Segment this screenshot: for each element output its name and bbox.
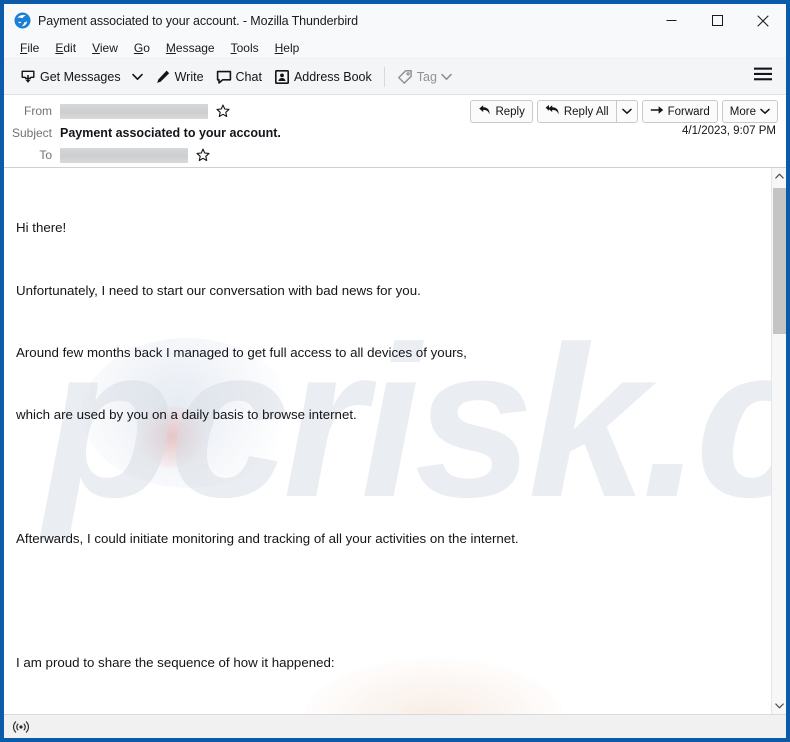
menu-item-message[interactable]: Message — [158, 40, 223, 56]
message-body-text: Hi there! Unfortunately, I need to start… — [16, 177, 759, 714]
address-book-label: Address Book — [293, 69, 372, 84]
forward-label: Forward — [667, 105, 710, 118]
inbox-download-icon — [20, 69, 36, 85]
scrollbar-up-button[interactable] — [772, 168, 787, 184]
reply-all-arrow-icon — [545, 104, 560, 119]
menu-accesskey: M — [165, 40, 176, 55]
menu-label-rest: o — [143, 40, 150, 55]
minimize-icon[interactable] — [648, 4, 694, 37]
body-line: Around few months back I managed to get … — [16, 344, 467, 360]
body-line: Afterwards, I could initiate monitoring … — [16, 530, 519, 546]
body-line: Hi there! — [16, 220, 67, 236]
window-title: Payment associated to your account. - Mo… — [38, 13, 358, 28]
chat-label: Chat — [235, 69, 262, 84]
star-outline-icon-to[interactable] — [196, 148, 210, 162]
main-toolbar: Get Messages Write Chat Address Book Tag — [4, 59, 786, 95]
reply-label: Reply — [495, 105, 525, 118]
window-controls — [648, 4, 786, 37]
hamburger-menu-icon — [754, 67, 772, 86]
address-book-button[interactable]: Address Book — [268, 64, 378, 90]
forward-arrow-icon — [650, 104, 664, 119]
address-book-icon — [274, 69, 290, 85]
to-address-redacted — [60, 147, 188, 163]
menu-label-rest: dit — [63, 40, 77, 55]
message-header-row-to: To — [4, 144, 786, 166]
scrollbar-track[interactable] — [772, 184, 787, 698]
body-blank-line — [16, 591, 759, 612]
reply-all-group: Reply All — [536, 100, 638, 123]
toolbar-separator — [383, 66, 385, 87]
reply-all-label: Reply All — [563, 105, 609, 118]
subject-value: Payment associated to your account. — [60, 126, 281, 140]
menu-item-edit[interactable]: Edit — [47, 40, 84, 56]
chevron-down-icon — [132, 68, 143, 86]
menu-item-file[interactable]: File — [12, 40, 47, 56]
body-line: I am proud to share the sequence of how … — [16, 655, 335, 671]
menu-item-view[interactable]: View — [84, 40, 126, 56]
write-button[interactable]: Write — [149, 64, 210, 90]
message-header: From Subject Payment associated to your … — [4, 95, 786, 168]
menu-label-rest: essage — [175, 40, 215, 55]
status-bar — [4, 714, 786, 738]
broadcast-online-icon[interactable] — [13, 720, 29, 734]
menu-accesskey: V — [92, 40, 100, 55]
from-address-redacted — [60, 103, 208, 119]
menu-item-go[interactable]: Go — [126, 40, 158, 56]
pencil-icon — [155, 69, 171, 85]
get-messages-label: Get Messages — [40, 69, 121, 84]
more-label: More — [729, 105, 756, 118]
maximize-icon[interactable] — [694, 4, 740, 37]
get-messages-dropdown-button[interactable] — [127, 64, 149, 90]
menu-label-rest: elp — [283, 40, 300, 55]
reply-all-button[interactable]: Reply All — [536, 100, 616, 123]
tag-label: Tag — [416, 69, 437, 84]
scrollbar-down-button[interactable] — [772, 698, 787, 714]
menu-accesskey: G — [133, 40, 144, 55]
chevron-down-icon — [760, 106, 770, 118]
menu-bar: File Edit View Go Message Tools Help — [4, 37, 786, 59]
menu-label-rest: ools — [236, 40, 259, 55]
get-messages-button[interactable]: Get Messages — [14, 64, 127, 90]
menu-label-rest: iew — [99, 40, 118, 55]
body-blank-line — [16, 467, 759, 488]
reply-button[interactable]: Reply — [470, 100, 533, 123]
reply-all-dropdown-button[interactable] — [615, 100, 638, 123]
to-label: To — [39, 148, 52, 162]
tag-button[interactable]: Tag — [391, 64, 458, 90]
body-line: which are used by you on a daily basis t… — [16, 406, 357, 422]
chevron-down-icon — [621, 106, 632, 118]
app-menu-button[interactable] — [750, 64, 776, 90]
write-label: Write — [174, 69, 204, 84]
menu-item-tools[interactable]: Tools — [223, 40, 267, 56]
message-body-scroll: pcrisk.com Hi there! Unfortunately, I ne… — [4, 168, 771, 714]
thunderbird-window: Payment associated to your account. - Mo… — [4, 4, 786, 738]
message-actions: Reply Reply All Forward More — [470, 100, 778, 123]
scrollbar-thumb[interactable] — [772, 188, 786, 334]
menu-item-help[interactable]: Help — [267, 40, 308, 56]
message-body-area: pcrisk.com Hi there! Unfortunately, I ne… — [4, 168, 786, 714]
thunderbird-logo-icon — [14, 12, 31, 29]
chat-button[interactable]: Chat — [210, 64, 268, 90]
subject-label: Subject — [11, 126, 52, 140]
body-line: Unfortunately, I need to start our conve… — [16, 282, 421, 298]
title-bar: Payment associated to your account. - Mo… — [4, 4, 786, 37]
from-label: From — [24, 104, 52, 118]
speech-bubble-icon — [216, 69, 232, 85]
chevron-down-icon — [441, 73, 452, 81]
reply-arrow-icon — [478, 104, 491, 119]
message-date: 4/1/2023, 9:07 PM — [682, 125, 776, 137]
body-vertical-scrollbar[interactable] — [771, 168, 786, 714]
tag-icon — [397, 69, 413, 85]
menu-accesskey: H — [274, 40, 284, 55]
screenshot-root: Payment associated to your account. - Mo… — [0, 0, 790, 742]
menu-label-rest: ile — [27, 40, 40, 55]
star-outline-icon-from[interactable] — [216, 104, 230, 118]
message-header-row-subject: Subject Payment associated to your accou… — [4, 122, 786, 144]
forward-button[interactable]: Forward — [641, 100, 718, 123]
close-icon[interactable] — [740, 4, 786, 37]
more-button[interactable]: More — [721, 100, 778, 123]
